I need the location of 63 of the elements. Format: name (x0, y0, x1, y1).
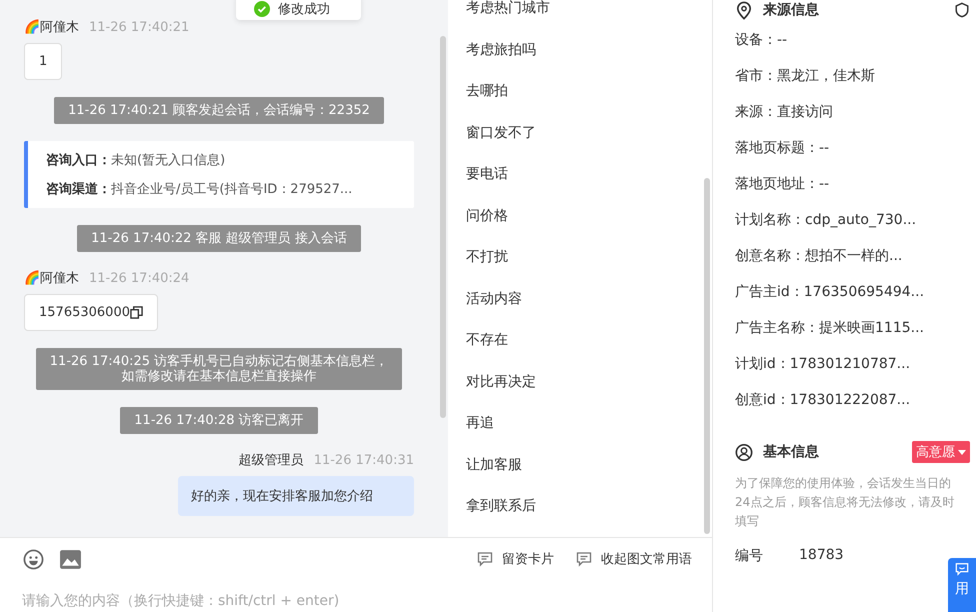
location-pin-icon (735, 0, 753, 20)
system-notice: 11-26 17:40:25 访客手机号已自动标记右侧基本信息栏， (50, 354, 388, 369)
source-info-text: 来源：直接访问 (735, 103, 833, 122)
quick-reply-item[interactable]: 考虑热门城市 (466, 0, 712, 36)
source-info-text: 计划名称：cdp_auto_730... (735, 211, 916, 230)
entry-info-text: 咨询入口：未知(暂无入口信息) (46, 152, 226, 169)
source-info-text: 落地页地址：-- (735, 175, 830, 194)
entry-info-text: 咨询渠道：抖音企业号/员工号(抖音号ID：279527... (46, 180, 354, 198)
system-notice: 11-26 17:40:21 顾客发起会话，会话编号：22352 (68, 103, 370, 118)
shield-icon[interactable] (954, 2, 970, 18)
scrollbar[interactable] (704, 178, 710, 534)
field-label: 编号 (735, 547, 763, 565)
source-info-text: 创意名称：想拍不一样的... (735, 247, 902, 266)
quick-reply-item[interactable]: 对比再决定 (466, 368, 712, 409)
source-info-text: 广告主id：176350695494... (735, 283, 924, 302)
chat-icon (955, 562, 969, 576)
quick-reply-item[interactable]: 不存在 (466, 326, 712, 368)
message-icon (576, 551, 592, 567)
user-icon (735, 442, 753, 462)
system-notice: 11-26 17:40:22 客服 超级管理员 接入会话 (91, 231, 347, 246)
success-toast: 修改成功 (236, 0, 361, 20)
chat-float-button[interactable]: 用 (948, 558, 976, 612)
message-bubble: 1 (24, 43, 62, 80)
sender-name: 🌈阿僮木 (24, 269, 79, 287)
source-info-text: 落地页标题：-- (735, 139, 830, 158)
source-info-text: 设备：-- (735, 31, 788, 50)
quick-reply-item[interactable]: 要电话 (466, 160, 712, 202)
message-time: 11-26 17:40:24 (89, 270, 190, 286)
message-time: 11-26 17:40:31 (314, 452, 414, 468)
emoji-icon[interactable] (22, 548, 45, 570)
quick-reply-item[interactable]: 让加客服 (466, 450, 712, 492)
message-bubble: 好的亲，现在安排客服加您介绍 (178, 476, 414, 516)
scrollbar[interactable] (440, 36, 446, 418)
source-info-text: 计划id：178301210787... (735, 355, 910, 374)
quick-reply-item[interactable]: 拿到联系后 (466, 492, 712, 534)
quick-reply-item[interactable]: 去哪拍 (466, 77, 712, 118)
message-icon (477, 551, 493, 567)
section-title: 基本信息 (763, 443, 819, 461)
caret-icon (958, 450, 966, 454)
quick-reply-item[interactable]: 考虑旅拍吗 (466, 36, 712, 77)
system-notice: 如需修改请在基本信息栏直接操作 (120, 369, 318, 384)
quick-reply-item[interactable]: 窗口发不了 (466, 118, 712, 160)
source-info-text: 广告主名称：提米映画1115... (735, 319, 924, 338)
quick-reply-item[interactable]: 再追 (466, 409, 712, 450)
quick-reply-item[interactable]: 活动内容 (466, 284, 712, 326)
system-notice: 11-26 17:40:28 访客已离开 (134, 413, 304, 428)
source-info-text: 省市：黑龙江，佳木斯 (735, 67, 875, 86)
composer-action-button[interactable]: 收起图文常用语 (576, 550, 692, 568)
composer-action-button[interactable]: 留资卡片 (477, 550, 554, 568)
quick-reply-item[interactable]: 不打扰 (466, 243, 712, 284)
section-title: 来源信息 (763, 1, 819, 19)
notice-text: 为了保障您的使用体验，会话发生当日的24点之后，顾客信息将无法修改，请及时填写 (735, 475, 956, 530)
message-bubble: 15765306000 (24, 294, 158, 331)
copy-icon[interactable] (130, 306, 143, 319)
intent-tag-dropdown[interactable]: 高意愿 (912, 441, 970, 463)
field-value: 18783 (799, 547, 844, 565)
source-info-text: 创意id：178301222087... (735, 391, 910, 410)
check-icon (254, 1, 270, 17)
image-icon[interactable] (59, 548, 82, 570)
sender-name: 超级管理员 (238, 452, 304, 469)
message-time: 11-26 17:40:21 (89, 20, 190, 34)
sender-name: 🌈阿僮木 (24, 18, 79, 36)
quick-reply-item[interactable]: 问价格 (466, 202, 712, 243)
